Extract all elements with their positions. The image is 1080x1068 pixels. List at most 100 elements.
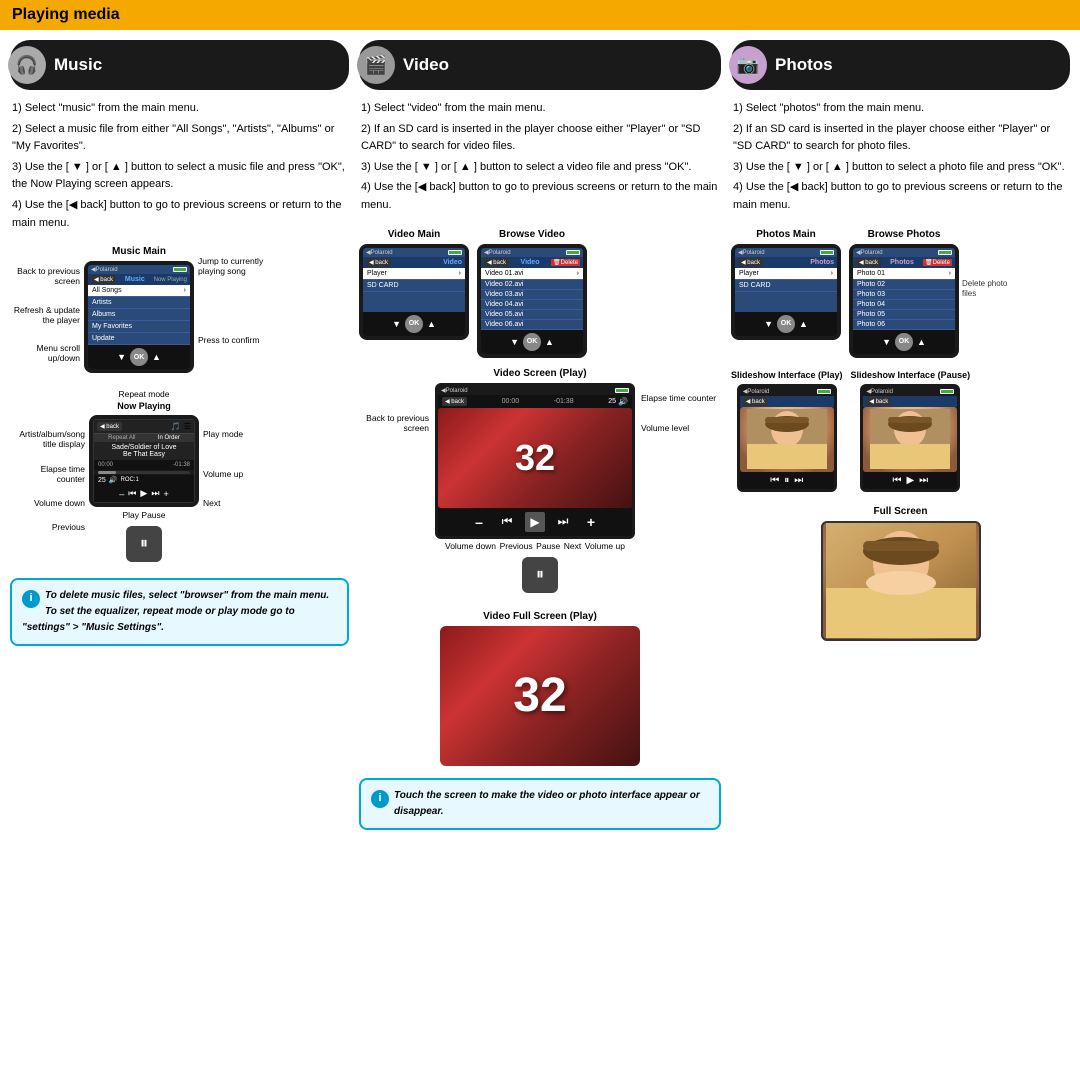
spause-play[interactable]: ▶ [906,475,914,486]
ok-button[interactable]: OK [130,348,148,366]
vol-down-label: Volume down [445,541,496,551]
battery-bp [938,250,952,255]
now-playing-device: ◀ back 🎵 ☰ Repeat All In Order [89,415,199,507]
vid-ok[interactable]: OK [405,315,423,333]
page-title: Playing media [12,6,120,23]
vid-back-btn[interactable]: ◀ back [366,258,391,267]
full-screen-section: Full Screen [731,506,1070,641]
prev-btn[interactable]: ⏮ [128,488,136,499]
vs-back[interactable]: ◀ back [442,397,467,406]
photo-2[interactable]: Photo 02 [853,280,955,290]
photo-3[interactable]: Photo 03 [853,290,955,300]
ss-next[interactable]: ⏭ [794,475,803,486]
video-info-box: i Touch the screen to make the video or … [359,778,721,830]
pm-ok[interactable]: OK [777,315,795,333]
pm-back[interactable]: ◀ back [738,258,763,267]
jump-annotation: Jump to currently playing song [198,256,278,276]
bp-tab[interactable]: Photos [890,259,914,266]
albums-item[interactable]: Albums [88,309,190,321]
pm-sdcard[interactable]: SD CARD [735,280,837,292]
song-subtitle: Be That Easy [98,451,190,458]
music-main-label: Music Main [84,246,194,257]
vid-next-btn[interactable]: ⏭ [553,512,573,532]
vid-play-btn[interactable]: ▶ [525,512,545,532]
photos-tab[interactable]: Photos [810,259,834,266]
bv-tab[interactable]: Video [521,259,540,266]
player-item[interactable]: Player› [363,268,465,280]
vid-file-1[interactable]: Video 01.avi› [481,268,583,280]
photo-5[interactable]: Photo 05 [853,310,955,320]
now-playing-label: Now Playing [89,401,199,411]
vol-down-btn[interactable]: – [469,512,489,532]
bv-down[interactable]: ▼ [510,337,519,347]
vid-file-3[interactable]: Video 03.avi [481,290,583,300]
music-icon: 🎧 [8,46,46,84]
up-button[interactable]: ▲ [152,352,161,362]
bv-up[interactable]: ▲ [545,337,554,347]
vid-pause-large[interactable]: ⏸ [522,557,558,593]
video-full-screen: 32 [440,626,640,766]
video-icon: 🎬 [357,46,395,84]
vid-tab[interactable]: Video [443,259,462,266]
photo-svg-pause [870,409,950,469]
bv-back[interactable]: ◀ back [484,258,509,267]
delete-btn[interactable]: 🗑Delete [551,259,580,266]
spause-prev[interactable]: ⏮ [892,475,901,486]
page-header: Playing media [0,0,1080,30]
in-order: In Order [158,435,180,441]
artists-item[interactable]: Artists [88,297,190,309]
back-button[interactable]: ◀ back [91,275,116,284]
ss-pause[interactable]: ⏸ [784,475,789,486]
now-playing-tab[interactable]: Now Playing [154,277,187,283]
plus-btn[interactable]: + [163,489,168,499]
vid-file-2[interactable]: Video 02.avi [481,280,583,290]
sp-back[interactable]: ◀ back [743,397,768,406]
photo-4[interactable]: Photo 04 [853,300,955,310]
video-instructions: 1) Select "video" from the main menu. 2)… [359,100,721,215]
vid-file-4[interactable]: Video 04.avi [481,300,583,310]
down-button[interactable]: ▼ [117,352,126,362]
pm-up[interactable]: ▲ [799,319,808,329]
bp-back[interactable]: ◀ back [856,258,881,267]
vid-file-5[interactable]: Video 05.avi [481,310,583,320]
vid-up[interactable]: ▲ [427,319,436,329]
photo-6[interactable]: Photo 06 [853,320,955,330]
myfavorites-item[interactable]: My Favorites [88,321,190,333]
minus-btn[interactable]: – [119,489,124,499]
sdcard-item[interactable]: SD CARD [363,280,465,292]
vid-down[interactable]: ▼ [392,319,401,329]
now-playing-section: Artist/album/song title display Elapse t… [10,389,349,568]
next-btn[interactable]: ⏭ [151,488,159,499]
bp-delete[interactable]: 🗑Delete [923,259,952,266]
vol-up-btn[interactable]: + [581,512,601,532]
play-btn[interactable]: ▶ [140,488,147,499]
repeat-all: Repeat All [108,435,135,441]
repeat-mode-label: Repeat mode [89,389,199,399]
battery-indicator-v [448,250,462,255]
spause-next[interactable]: ⏭ [919,475,928,486]
video-display: 32 [438,408,632,508]
music-tab[interactable]: Music [125,276,145,283]
pm-player[interactable]: Player› [735,268,837,280]
photos-main-device: ◀Polaroid ◀ back Photos Player› SD CARD … [731,244,841,340]
pause-button-large[interactable]: ⏸ [126,526,162,562]
pause-label: Pause [536,541,560,551]
update-item[interactable]: Update [88,333,190,345]
spause-back[interactable]: ◀ back [866,397,891,406]
pm-down[interactable]: ▼ [764,319,773,329]
browse-photos-device: ◀Polaroid ◀ back Photos 🗑Delete Photo 01… [849,244,959,358]
bp-up[interactable]: ▲ [917,337,926,347]
bp-down[interactable]: ▼ [882,337,891,347]
np-back-btn[interactable]: ◀ back [97,422,122,431]
vid-prev-btn[interactable]: ⏮ [497,512,517,532]
bp-ok[interactable]: OK [895,333,913,351]
music-main-section: Back to previous screen Refresh & update… [10,246,349,381]
music-main-device: ◀Polaroid ◀ back Music Now Playing All S… [84,261,194,373]
video-column: 🎬 Video 1) Select "video" from the main … [359,40,721,830]
all-songs-item[interactable]: All Songs› [88,285,190,297]
photo-1[interactable]: Photo 01› [853,268,955,280]
vid-file-6[interactable]: Video 06.avi [481,320,583,330]
bv-ok[interactable]: OK [523,333,541,351]
back-annotation: Back to previous screen [10,266,80,286]
ss-prev[interactable]: ⏮ [770,475,779,486]
